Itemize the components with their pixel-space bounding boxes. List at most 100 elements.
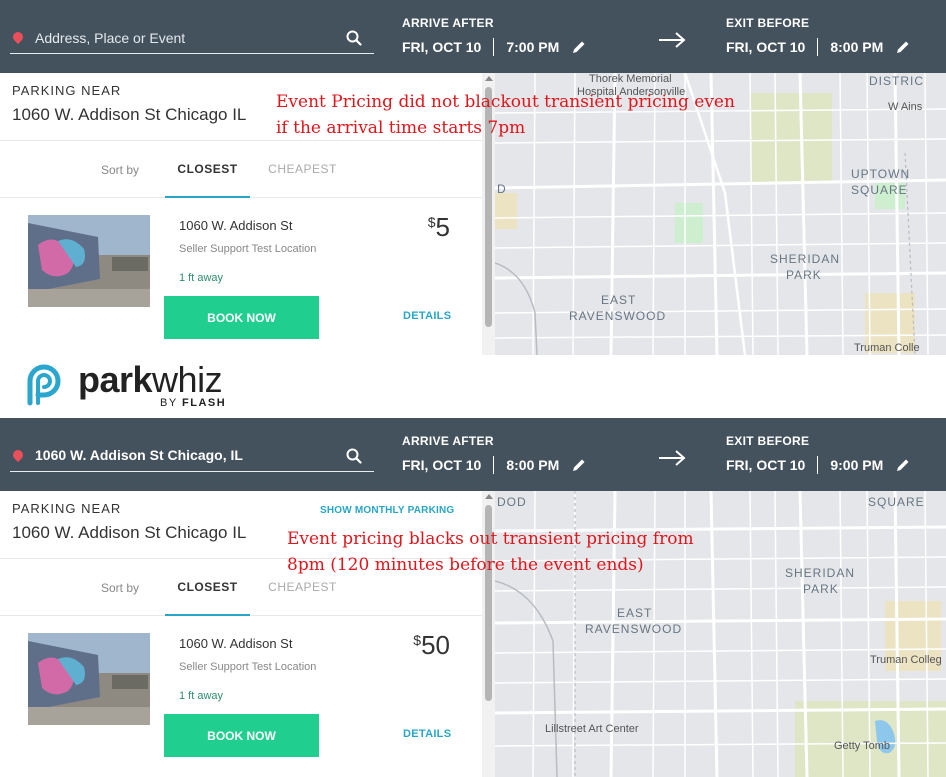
map-label-uptown: UPTOWN — [851, 167, 911, 181]
parking-near-label: PARKING NEAR — [12, 501, 122, 516]
map-label-east-ravenswood: RAVENSWOOD — [569, 309, 667, 323]
map-label-east-ravenswood: RAVENSWOOD — [585, 622, 683, 636]
arrive-after-picker[interactable]: ARRIVE AFTER FRI, OCT 10 7:00 PM — [402, 16, 587, 56]
listing-photo[interactable] — [28, 633, 150, 725]
pencil-icon[interactable] — [895, 39, 911, 55]
parking-listing[interactable]: 1060 W. Addison St Seller Support Test L… — [0, 616, 482, 766]
sort-tab-closest[interactable]: CLOSEST — [165, 580, 250, 616]
exit-time[interactable]: 9:00 PM — [830, 457, 883, 473]
byline-by: BY — [160, 397, 178, 409]
scroll-up-arrow[interactable] — [485, 494, 493, 499]
map-label-east-ravenswood: EAST — [601, 293, 637, 307]
logo-byline: BY FLASH — [160, 397, 226, 409]
sort-bar: Sort by CLOSEST CHEAPEST — [0, 140, 482, 198]
location-search[interactable] — [10, 26, 374, 54]
search-icon[interactable] — [346, 30, 362, 46]
show-monthly-parking-link[interactable]: SHOW MONTHLY PARKING — [320, 505, 454, 516]
annotation-line: Event pricing blacks out transient prici… — [287, 529, 694, 549]
exit-before-label: EXIT BEFORE — [726, 16, 810, 30]
sort-tab-closest[interactable]: CLOSEST — [165, 162, 250, 198]
arrive-time[interactable]: 8:00 PM — [506, 457, 559, 473]
exit-before-picker[interactable]: EXIT BEFORE FRI, OCT 10 9:00 PM — [726, 434, 911, 474]
search-icon[interactable] — [346, 448, 362, 464]
parking-near-address: 1060 W. Addison St Chicago IL — [12, 105, 247, 124]
byline-brand: FLASH — [182, 397, 227, 409]
details-link[interactable]: DETAILS — [403, 310, 451, 322]
arrive-date[interactable]: FRI, OCT 10 — [402, 39, 481, 55]
exit-date[interactable]: FRI, OCT 10 — [726, 457, 805, 473]
map-label-sheridan-park: PARK — [803, 582, 839, 596]
book-now-button[interactable]: BOOK NOW — [164, 714, 319, 757]
location-search-input[interactable] — [35, 27, 335, 49]
pencil-icon[interactable] — [571, 39, 587, 55]
location-search[interactable]: 1060 W. Addison St Chicago, IL — [10, 444, 374, 472]
listing-photo[interactable] — [28, 215, 150, 307]
map-label-edge: D — [497, 182, 507, 196]
search-results-panel-bottom: 1060 W. Addison St Chicago, IL ARRIVE AF… — [0, 418, 946, 777]
listing-title[interactable]: 1060 W. Addison St — [179, 218, 292, 233]
arrive-after-picker[interactable]: ARRIVE AFTER FRI, OCT 10 8:00 PM — [402, 434, 587, 474]
arrive-date[interactable]: FRI, OCT 10 — [402, 457, 481, 473]
divider — [817, 38, 819, 56]
brand-light: whiz — [152, 359, 223, 400]
map-label-sheridan-park: PARK — [786, 268, 822, 282]
arrive-after-label: ARRIVE AFTER — [402, 434, 494, 448]
scroll-up-arrow[interactable] — [485, 76, 493, 81]
sort-tab-cheapest[interactable]: CHEAPEST — [260, 580, 345, 594]
map-label-hospital: Thorek Memorial — [589, 73, 672, 85]
map-label-truman: Truman Colle — [854, 342, 920, 354]
annotation-note: Event pricing blacks out transient prici… — [287, 526, 694, 578]
map-label-district: DISTRIC — [869, 74, 924, 88]
exit-time[interactable]: 8:00 PM — [830, 39, 883, 55]
map-label-ainslie: W Ains — [888, 101, 923, 113]
map-label-truman: Truman Colleg — [870, 654, 942, 666]
map-label-square: SQUARE — [868, 495, 925, 509]
arrow-right-icon — [659, 450, 686, 466]
search-header: ARRIVE AFTER FRI, OCT 10 7:00 PM EXIT BE… — [0, 0, 946, 73]
map-label-sheridan-park: SHERIDAN — [770, 252, 841, 266]
divider — [493, 38, 495, 56]
annotation-line: if the arrival time starts 7pm — [276, 118, 526, 138]
exit-before-picker[interactable]: EXIT BEFORE FRI, OCT 10 8:00 PM — [726, 16, 911, 56]
map-label-edge: DOD — [497, 495, 527, 509]
annotation-line: 8pm (120 minutes before the event ends) — [287, 555, 644, 575]
location-pin-icon — [10, 447, 26, 463]
sort-tab-cheapest[interactable]: CHEAPEST — [260, 162, 345, 176]
pencil-icon[interactable] — [895, 457, 911, 473]
details-link[interactable]: DETAILS — [403, 728, 451, 740]
book-now-button[interactable]: BOOK NOW — [164, 296, 319, 339]
map-label-east-ravenswood: EAST — [617, 606, 653, 620]
listing-price: $5 — [428, 212, 450, 243]
sort-by-label: Sort by — [101, 163, 140, 177]
location-search-input[interactable]: 1060 W. Addison St Chicago, IL — [35, 447, 243, 463]
location-pin-icon — [10, 29, 26, 45]
map-label-uptown: SQUARE — [851, 183, 908, 197]
search-results-panel-top: ARRIVE AFTER FRI, OCT 10 7:00 PM EXIT BE… — [0, 0, 946, 355]
price-currency: $ — [413, 632, 422, 648]
parking-listing[interactable]: 1060 W. Addison St Seller Support Test L… — [0, 198, 482, 348]
exit-date[interactable]: FRI, OCT 10 — [726, 39, 805, 55]
parkwhiz-wordmark: parkwhiz — [78, 359, 223, 401]
listing-price: $50 — [413, 630, 450, 661]
price-currency: $ — [427, 214, 436, 230]
parkwhiz-logo-icon — [27, 364, 61, 406]
price-amount: 50 — [421, 630, 450, 660]
arrive-after-label: ARRIVE AFTER — [402, 16, 494, 30]
map-label-getty-tomb: Getty Tomb — [834, 740, 891, 752]
arrow-right-icon — [659, 32, 686, 48]
annotation-note: Event Pricing did not blackout transient… — [276, 89, 735, 141]
exit-before-label: EXIT BEFORE — [726, 434, 810, 448]
search-header: 1060 W. Addison St Chicago, IL ARRIVE AF… — [0, 418, 946, 491]
pencil-icon[interactable] — [571, 457, 587, 473]
map-label-lillstreet: Lillstreet Art Center — [545, 723, 639, 735]
parkwhiz-logo: parkwhiz BY FLASH — [18, 357, 258, 413]
listing-title[interactable]: 1060 W. Addison St — [179, 636, 292, 651]
arrive-time[interactable]: 7:00 PM — [506, 39, 559, 55]
sort-by-label: Sort by — [101, 581, 140, 595]
annotation-line: Event Pricing did not blackout transient… — [276, 92, 735, 112]
map-label-sheridan-park: SHERIDAN — [785, 566, 856, 580]
brand-bold: park — [78, 359, 153, 400]
divider — [817, 456, 819, 474]
parking-near-address: 1060 W. Addison St Chicago IL — [12, 523, 247, 542]
parking-near-label: PARKING NEAR — [12, 83, 122, 98]
